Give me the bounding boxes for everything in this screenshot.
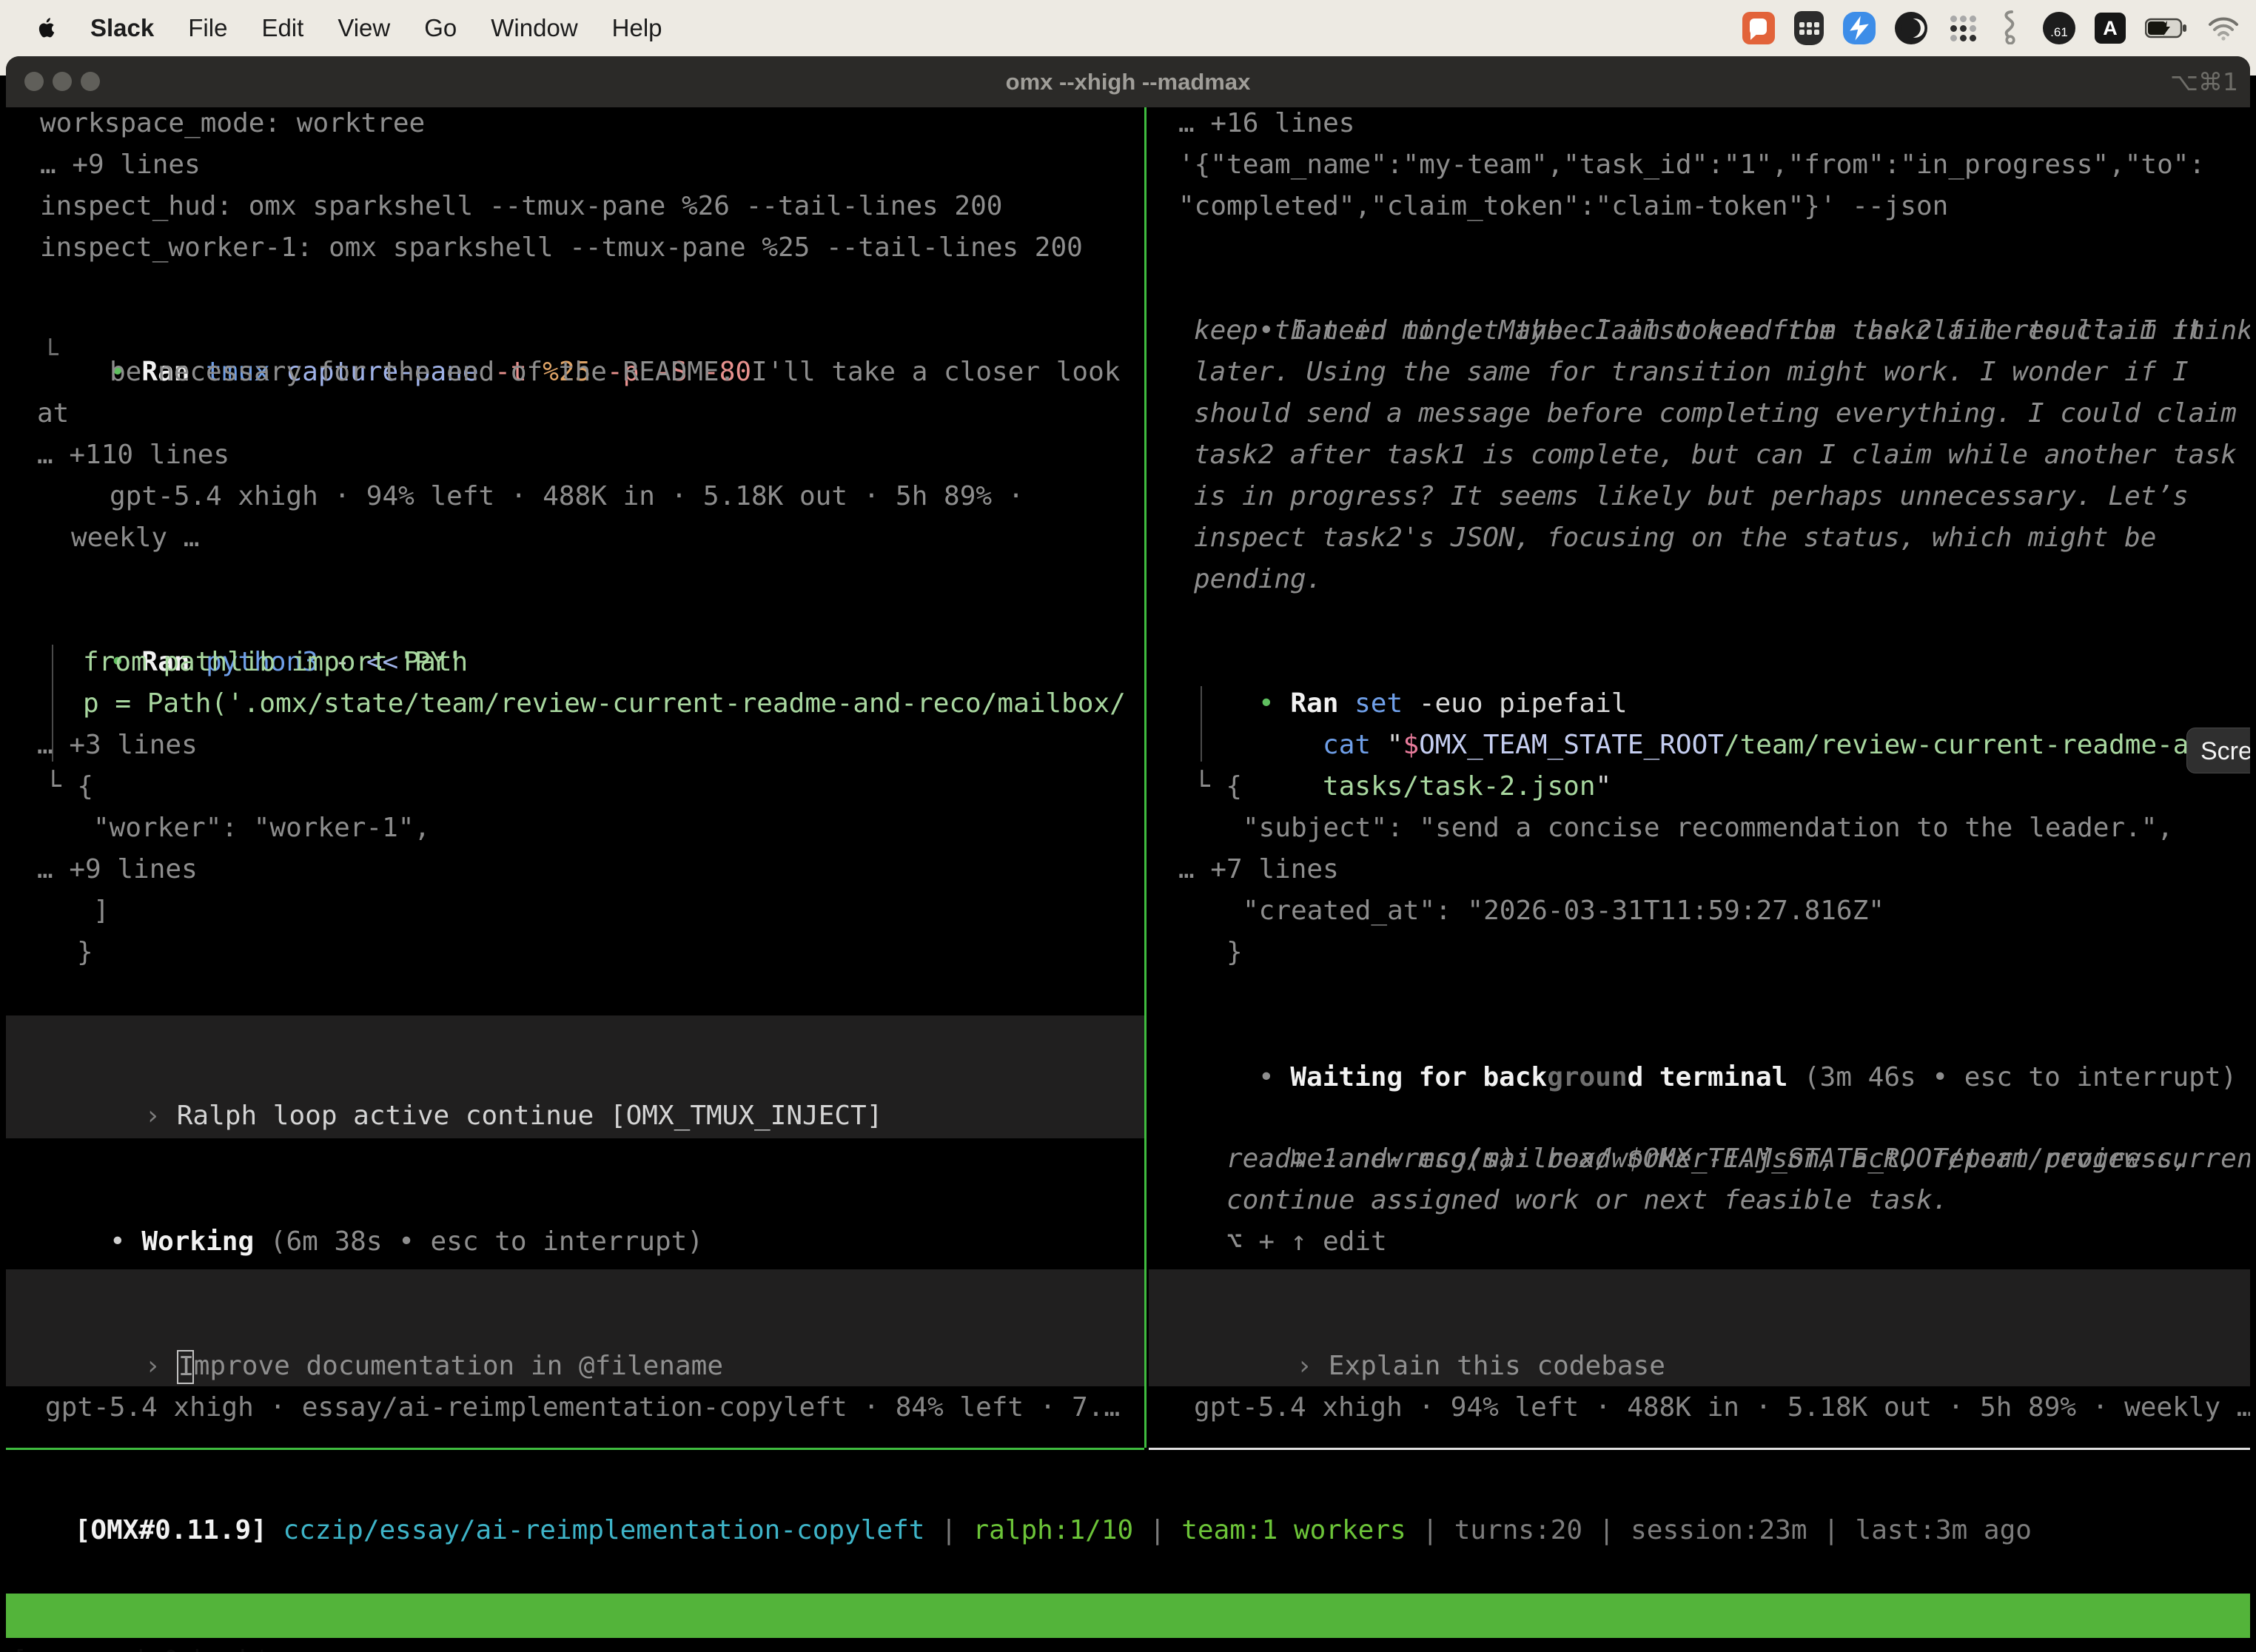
menu-status-icons: .61 A — [1742, 9, 2240, 47]
terminal-line: … +9 lines — [40, 144, 201, 186]
squiggle-icon[interactable] — [1998, 9, 2024, 47]
terminal-line: "created_at": "2026-03-31T11:59:27.816Z" — [1243, 890, 1884, 932]
code-line: tasks/task-2.json" — [1226, 725, 1611, 766]
menu-window[interactable]: Window — [491, 14, 577, 42]
tree-corner-icon: └ — [42, 335, 58, 376]
thinking-line: inspect task2's JSON, focusing on the st… — [1194, 517, 2156, 559]
terminal-line: } — [1226, 932, 1243, 973]
terminal-line: workspace_mode: worktree — [40, 103, 425, 144]
text-cursor: I — [177, 1350, 194, 1384]
terminal-line: └ { — [1194, 766, 1242, 807]
repo-path: cczip/essay/ai-reimplementation-copyleft — [283, 1515, 924, 1545]
window-shortcut: ⌥⌘1 — [2170, 56, 2238, 107]
terminal-line: … +3 lines — [37, 725, 198, 766]
wifi-icon[interactable] — [2207, 16, 2240, 41]
model-status-right: gpt-5.4 xhigh · 94% left · 488K in · 5.1… — [1194, 1387, 2250, 1428]
menu-go[interactable]: Go — [424, 14, 457, 42]
ran-python-command: • Ran python3 - <<'PY' — [13, 600, 463, 642]
chevron-icon: › — [144, 1351, 176, 1381]
menu-view[interactable]: View — [338, 14, 390, 42]
thinking-line: is in progress? It seems likely but perh… — [1194, 476, 2189, 517]
terminal-line: … +110 lines — [37, 434, 229, 476]
working-status: • Working (6m 38s • esc to interrupt) — [13, 1180, 703, 1221]
mailbox-message: readme-and-reco/mailbox/worker-1.json, a… — [1226, 1138, 2189, 1180]
menu-app-slack[interactable]: Slack — [90, 14, 154, 42]
chevron-icon: › — [144, 1101, 176, 1131]
menu-edit[interactable]: Edit — [261, 14, 303, 42]
chat-app-icon[interactable] — [1742, 12, 1775, 44]
badge-61-icon[interactable]: .61 — [2043, 12, 2075, 44]
terminal-line: inspect_hud: omx sparkshell --tmux-pane … — [40, 186, 1002, 227]
terminal-line: "completed","claim_token":"claim-token"}… — [1178, 186, 1948, 227]
terminal-line: … +16 lines — [1178, 103, 1354, 144]
terminal-line: at — [37, 393, 69, 434]
terminal-line: '{"team_name":"my-team","task_id":"1","f… — [1178, 144, 2205, 186]
prompt-input-left[interactable]: › Improve documentation in @filename — [6, 1269, 1144, 1386]
prompt-input-right[interactable]: › Explain this codebase — [1149, 1269, 2250, 1386]
chevron-icon: › — [1296, 1351, 1328, 1381]
terminal-window: omx --xhigh --madmax ⌥⌘1 workspace_mode:… — [6, 56, 2250, 1652]
ran-tmux-command: • Ran tmux capture-pane -t %25 -p -S -80 — [13, 310, 751, 352]
menu-items: Slack File Edit View Go Window Help — [90, 14, 662, 42]
team-counter: team:1 workers — [1181, 1515, 1406, 1545]
shield-grid-icon[interactable] — [1794, 11, 1824, 45]
thinking-line: task2 after task1 is complete, but can I… — [1194, 434, 2237, 476]
terminal-line: ] — [93, 890, 110, 932]
dots-grid-icon[interactable] — [1947, 12, 1979, 44]
prompt-placeholder: mprove documentation in @filename — [194, 1351, 723, 1381]
code-line: from pathlib import Path — [83, 642, 468, 683]
terminal-line: "worker": "worker-1", — [93, 807, 430, 849]
terminal-line: └ { — [45, 766, 93, 807]
pane-border-inactive — [1149, 1448, 2250, 1450]
bullet-icon: • — [1258, 1062, 1290, 1092]
code-line: p = Path('.omx/state/team/review-current… — [83, 683, 1126, 725]
thinking-line: pending. — [1194, 559, 1322, 600]
screenshot-tooltip: Scre — [2186, 728, 2250, 773]
omx-status-line: [OMX#0.11.9] cczip/essay/ai-reimplementa… — [10, 1468, 2032, 1510]
thinking-line: • I need to get the claim token from the… — [1162, 269, 2250, 310]
code-line: cat "$OMX_TEAM_STATE_ROOT/team/review-cu… — [1226, 683, 2250, 725]
mailbox-message: ↳ 1 new msg(s): read $OMX_TEAM_STATE_ROO… — [1194, 1097, 2250, 1138]
pane-border-active — [6, 1448, 1144, 1450]
crescent-circle-icon[interactable] — [1895, 12, 1927, 44]
terminal-line: be necessary for the end of the README. … — [110, 352, 1120, 393]
blue-badge-icon[interactable] — [1843, 12, 1876, 44]
terminal-line: inspect_worker-1: omx sparkshell --tmux-… — [40, 227, 1083, 269]
terminal-line: "subject": "send a concise recommendatio… — [1243, 807, 2173, 849]
terminal-line: } — [77, 932, 93, 973]
menu-file[interactable]: File — [188, 14, 227, 42]
waiting-status: • Waiting for background terminal (3m 46… — [1162, 1015, 2237, 1057]
bullet-icon: • — [110, 1226, 141, 1257]
mailbox-message: continue assigned work or next feasible … — [1226, 1180, 1948, 1221]
queued-message-banner: › Ralph loop active continue [OMX_TMUX_I… — [6, 1015, 1144, 1138]
terminal-line: … +9 lines — [37, 849, 198, 890]
indent-guide — [1201, 686, 1202, 762]
terminal-line: weekly … — [71, 517, 199, 559]
pane-divider[interactable] — [1144, 107, 1147, 1448]
battery-icon[interactable] — [2145, 18, 2188, 38]
ran-set-command: • Ran set -euo pipefail — [1162, 642, 1628, 683]
thinking-line: keep that in mind. Maybe I also need the… — [1194, 310, 2204, 352]
tmux-session-label[interactable]: [omx-cczip0:bash* — [12, 1638, 269, 1652]
window-title: omx --xhigh --madmax — [6, 56, 2250, 107]
thinking-line: later. Using the same for transition mig… — [1194, 352, 2189, 393]
menu-bar: Slack File Edit View Go Window Help .61 … — [0, 0, 2256, 56]
menu-help[interactable]: Help — [612, 14, 662, 42]
thinking-line: should send a message before completing … — [1194, 393, 2237, 434]
edit-hint: ⌥ + ↑ edit — [1226, 1221, 1387, 1263]
terminal-line: gpt-5.4 xhigh · 94% left · 488K in · 5.1… — [110, 476, 1024, 517]
ralph-counter: ralph:1/10 — [973, 1515, 1133, 1545]
prompt-placeholder: Explain this codebase — [1329, 1351, 1665, 1381]
model-status-left: gpt-5.4 xhigh · essay/ai-reimplementatio… — [45, 1387, 1120, 1428]
apple-menu-icon[interactable] — [34, 13, 59, 43]
terminal-line: … +7 lines — [1178, 849, 1339, 890]
tmux-status-bar: [omx-cczip0:bash* "MacBook-Pro-44.local"… — [6, 1594, 2250, 1638]
title-bar[interactable]: omx --xhigh --madmax ⌥⌘1 — [6, 56, 2250, 107]
letter-a-icon[interactable]: A — [2095, 13, 2126, 44]
